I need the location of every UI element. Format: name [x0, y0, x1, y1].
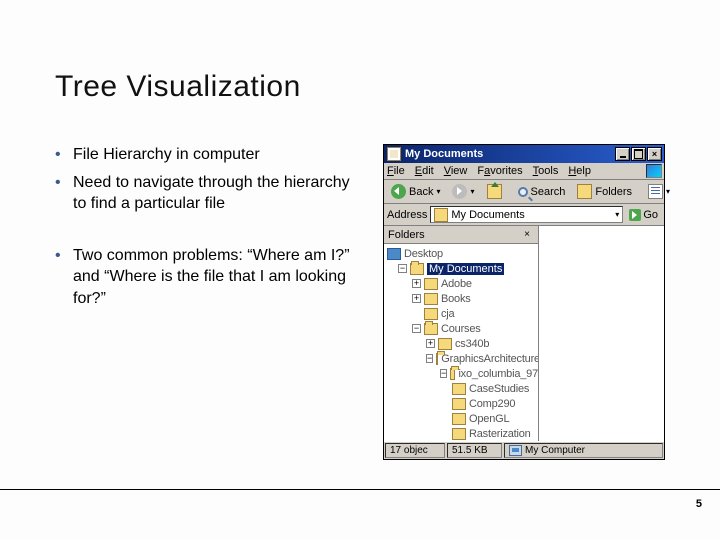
menu-view[interactable]: View [444, 165, 468, 177]
forward-button[interactable]: ▾ [448, 182, 478, 201]
page-number: 5 [696, 498, 702, 510]
chevron-down-icon[interactable]: ▾ [615, 210, 619, 219]
up-button[interactable] [483, 182, 506, 201]
back-icon [391, 184, 406, 199]
views-icon [648, 184, 663, 199]
content-row: File Hierarchy in computer Need to navig… [55, 144, 665, 460]
close-button[interactable]: × [647, 147, 662, 161]
folders-button[interactable]: Folders [573, 182, 636, 201]
throbber-icon [646, 164, 662, 178]
tree-item[interactable]: Rasterization [384, 426, 538, 441]
up-folder-icon [487, 184, 502, 199]
expand-icon[interactable]: + [426, 339, 435, 348]
explorer-window: My Documents × File Edit View Favorites … [383, 144, 665, 460]
folder-icon [452, 428, 466, 440]
menu-tools[interactable]: Tools [533, 165, 559, 177]
bullet-item: Two common problems: “Where am I?” and “… [55, 245, 363, 310]
menu-file[interactable]: File [387, 165, 405, 177]
folders-icon [577, 184, 592, 199]
expand-icon[interactable]: + [412, 294, 421, 303]
search-icon [518, 187, 528, 197]
window-titlebar[interactable]: My Documents × [384, 145, 664, 163]
bullet-item: Need to navigate through the hierarchy t… [55, 172, 363, 215]
tree-item[interactable]: +Books [384, 291, 538, 306]
menu-edit[interactable]: Edit [415, 165, 434, 177]
folder-icon [452, 398, 466, 410]
explorer-body: Folders × Desktop − My Documents +Adobe +… [384, 226, 664, 441]
menu-bar: File Edit View Favorites Tools Help [384, 163, 664, 180]
folder-open-icon [450, 368, 455, 380]
toolbar: Back ▾ ▾ Search Folders [384, 180, 664, 204]
collapse-icon[interactable]: − [412, 324, 421, 333]
folders-pane: Folders × Desktop − My Documents +Adobe +… [384, 226, 539, 441]
tree-item[interactable]: OpenGL [384, 411, 538, 426]
back-label: Back [409, 186, 433, 198]
chevron-down-icon: ▾ [470, 187, 474, 196]
slide: Tree Visualization File Hierarchy in com… [0, 0, 720, 540]
collapse-icon[interactable]: − [440, 369, 447, 378]
footer-divider [0, 489, 720, 490]
folder-icon [424, 278, 438, 290]
chevron-down-icon: ▾ [436, 187, 440, 196]
tree-item[interactable]: +Adobe [384, 276, 538, 291]
tree-item-desktop[interactable]: Desktop [384, 246, 538, 261]
bullet-item: File Hierarchy in computer [55, 144, 363, 166]
folder-icon [424, 308, 438, 320]
search-button[interactable]: Search [514, 184, 570, 200]
tree-item[interactable]: −GraphicsArchitecture [384, 351, 538, 366]
folders-pane-header: Folders × [384, 226, 538, 244]
computer-icon [509, 445, 522, 456]
folder-icon [438, 338, 452, 350]
folders-label: Folders [595, 186, 632, 198]
maximize-button[interactable] [631, 147, 646, 161]
collapse-icon[interactable]: − [426, 354, 433, 363]
back-button[interactable]: Back ▾ [387, 182, 444, 201]
status-objects: 17 objec [385, 443, 445, 458]
folder-tree[interactable]: Desktop −My Documents +Adobe +Books cja … [384, 244, 538, 441]
address-label: Address [387, 209, 427, 221]
chevron-down-icon: ▾ [666, 187, 670, 196]
tree-item[interactable]: Comp290 [384, 396, 538, 411]
collapse-icon[interactable]: − [398, 264, 407, 273]
menu-help[interactable]: Help [568, 165, 591, 177]
address-field[interactable]: My Documents ▾ [430, 206, 623, 223]
tree-item[interactable]: cja [384, 306, 538, 321]
page-title: Tree Visualization [55, 70, 665, 104]
tree-item[interactable]: +cs340b [384, 336, 538, 351]
go-arrow-icon [629, 209, 641, 221]
tree-item[interactable]: CaseStudies [384, 381, 538, 396]
go-label: Go [643, 209, 658, 221]
tree-item[interactable]: −ixo_columbia_97 [384, 366, 538, 381]
content-pane[interactable] [539, 226, 664, 441]
folder-icon [452, 383, 466, 395]
folder-open-icon [410, 263, 424, 275]
tree-item[interactable]: −Courses [384, 321, 538, 336]
bullet-list: File Hierarchy in computer Need to navig… [55, 144, 363, 460]
folder-icon [452, 413, 466, 425]
minimize-button[interactable] [615, 147, 630, 161]
address-value: My Documents [451, 209, 524, 221]
address-bar: Address My Documents ▾ Go [384, 204, 664, 226]
status-size: 51.5 KB [447, 443, 502, 458]
views-button[interactable]: ▾ [644, 182, 674, 201]
tree-item-mydocuments[interactable]: − My Documents [384, 261, 538, 276]
window-title: My Documents [405, 148, 483, 160]
window-icon [387, 147, 401, 161]
forward-icon [452, 184, 467, 199]
tree-item-label: My Documents [427, 263, 504, 275]
folders-pane-title: Folders [388, 229, 425, 241]
desktop-icon [387, 248, 401, 260]
menu-favorites[interactable]: Favorites [477, 165, 522, 177]
folder-open-icon [424, 323, 438, 335]
status-bar: 17 objec 51.5 KB My Computer [384, 441, 664, 459]
folder-icon [434, 208, 448, 222]
search-label: Search [531, 186, 566, 198]
folder-open-icon [436, 353, 438, 365]
folder-icon [424, 293, 438, 305]
close-pane-button[interactable]: × [520, 228, 534, 242]
status-location: My Computer [504, 443, 663, 458]
go-button[interactable]: Go [626, 209, 661, 221]
expand-icon[interactable]: + [412, 279, 421, 288]
